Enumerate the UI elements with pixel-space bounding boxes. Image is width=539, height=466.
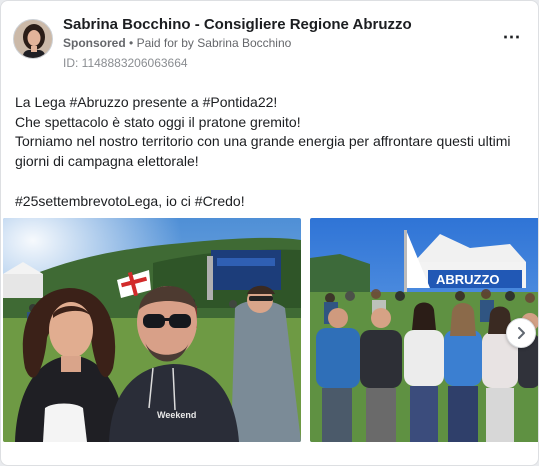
photo-selfie[interactable]: Weekend [3,218,301,442]
ad-id: ID: 1148883206063664 [63,56,188,70]
post-text: La Lega #Abruzzo presente a #Pontida22! … [15,93,530,212]
ad-header: Sabrina Bocchino - Consigliere Regione A… [13,13,526,73]
meta-separator: • [129,36,134,50]
more-options-button[interactable]: ⋯ [500,25,524,49]
photo-group[interactable]: ABRUZZO [310,218,538,442]
avatar[interactable] [13,19,53,59]
sponsored-label: Sponsored [63,36,126,50]
ad-card: Sabrina Bocchino - Consigliere Regione A… [0,0,539,466]
photo-gallery: Weekend ABRUZZO [1,218,538,442]
post-line: Torniamo nel nostro territorio con una g… [15,133,511,170]
gallery-next-button[interactable] [506,318,536,348]
shirt-text: Weekend [157,410,196,420]
post-line: Che spettacolo è stato oggi il pratone g… [15,113,301,130]
sponsored-line: Sponsored • Paid for by Sabrina Bocchino [63,36,291,50]
banner-text: ABRUZZO [436,272,500,287]
page-name[interactable]: Sabrina Bocchino - Consigliere Regione A… [63,16,412,33]
chevron-right-icon [514,326,528,340]
post-hashtags: #25settembrevotoLega, io ci #Credo! [15,192,245,209]
paid-for-text: Paid for by Sabrina Bocchino [136,36,292,50]
post-line: La Lega #Abruzzo presente a #Pontida22! [15,94,278,110]
more-dots-icon: ⋯ [502,27,522,47]
